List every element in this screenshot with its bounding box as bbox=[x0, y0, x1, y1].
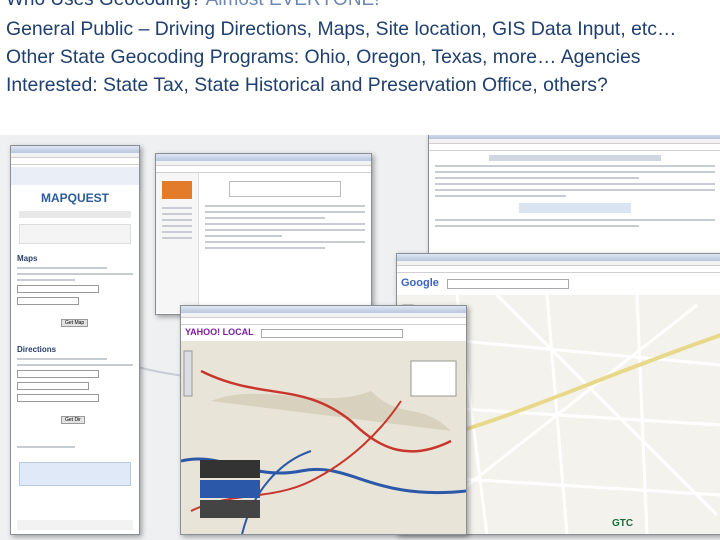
slide-body-text: General Public – Driving Directions, Map… bbox=[6, 18, 677, 96]
gtc-logo-text: GTC bbox=[612, 518, 634, 529]
screenshot-collage: MAPQUEST Maps Get Map Directions Get Dir bbox=[0, 135, 720, 540]
mapquest-logo: MAPQUEST bbox=[40, 191, 109, 205]
yahoo-logo: YAHOO! LOCAL bbox=[185, 327, 254, 337]
slide-title: Who Uses Geocoding? Almost EVERYONE! bbox=[6, 0, 718, 11]
maps-section-label: Maps bbox=[17, 254, 38, 263]
slide-title-main: Who Uses Geocoding? bbox=[6, 0, 201, 10]
state-geocoding-page-screenshot bbox=[155, 153, 372, 315]
slide-title-subtitle: Almost EVERYONE! bbox=[206, 0, 380, 10]
wv-gis-logo: GTC bbox=[612, 513, 712, 537]
directions-section-label: Directions bbox=[17, 345, 57, 354]
logo-stack bbox=[200, 460, 260, 520]
mapquest-screenshot: MAPQUEST Maps Get Map Directions Get Dir bbox=[10, 145, 140, 535]
google-logo: Google bbox=[401, 277, 439, 289]
